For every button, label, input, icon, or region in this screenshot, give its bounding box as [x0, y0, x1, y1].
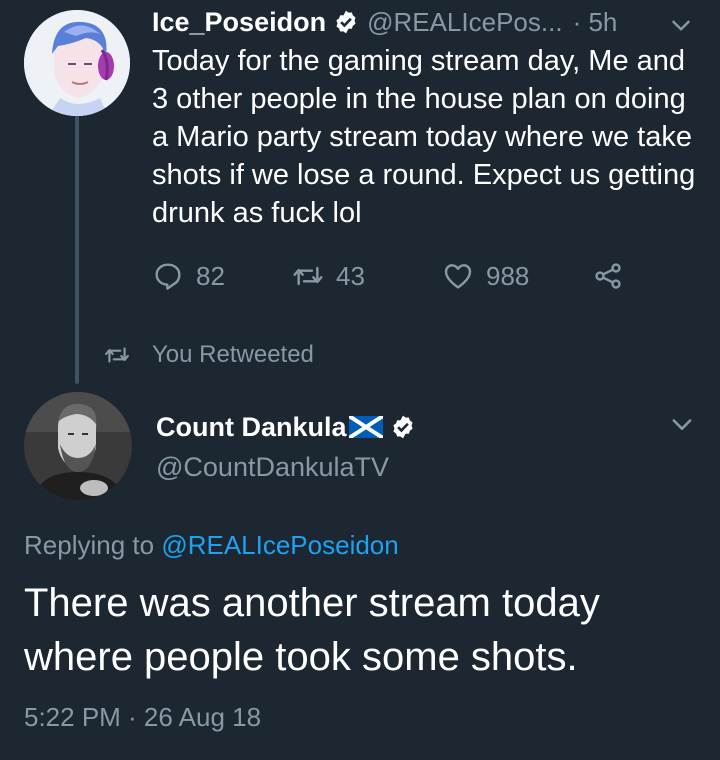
like-icon	[444, 264, 472, 289]
retweet-count: 43	[336, 260, 365, 291]
retweet-icon	[293, 266, 323, 286]
avatar-count-dankula[interactable]	[24, 392, 132, 500]
reply-author-row: Count Dankula	[156, 409, 416, 445]
like-count: 988	[486, 260, 530, 291]
like-button[interactable]: 988	[442, 256, 529, 296]
tweet-text: Today for the gaming stream day, Me and …	[152, 45, 696, 229]
thread-line	[75, 112, 79, 384]
verified-badge-icon	[392, 415, 413, 439]
reply-count: 82	[196, 260, 225, 291]
replying-to: Replying to @REALIcePoseidon	[24, 530, 399, 561]
reply-timestamp[interactable]: 5:22 PM · 26 Aug 18	[24, 702, 261, 733]
chevron-down-icon[interactable]	[668, 410, 696, 438]
retweet-notice: You Retweeted	[104, 338, 314, 372]
reply-icon	[155, 263, 181, 290]
verified-badge-icon	[336, 10, 356, 34]
retweet-button[interactable]: 43	[292, 256, 365, 296]
reply-author-name[interactable]: Count Dankula	[156, 412, 347, 443]
reply-text: There was another stream today where peo…	[24, 581, 600, 679]
avatar-ice-poseidon[interactable]	[24, 10, 130, 116]
author-handle[interactable]: @REALIcePos...	[367, 7, 562, 38]
tweet-time[interactable]: · 5h	[573, 7, 618, 38]
chevron-down-icon[interactable]	[668, 12, 694, 38]
reply-button[interactable]: 82	[152, 256, 225, 296]
scotland-flag-icon	[348, 416, 383, 438]
replying-to-prefix: Replying to	[24, 530, 155, 560]
author-name[interactable]: Ice_Poseidon	[152, 7, 326, 38]
replying-to-mention[interactable]: @REALIcePoseidon	[161, 530, 398, 560]
share-button[interactable]	[592, 256, 636, 296]
reply-author-handle[interactable]: @CountDankulaTV	[156, 452, 389, 483]
share-icon	[595, 263, 621, 289]
retweet-notice-label: You Retweeted	[152, 341, 314, 368]
retweet-icon	[105, 347, 129, 363]
tweet-header: Ice_Poseidon @REALIcePos... · 5h	[152, 6, 617, 38]
